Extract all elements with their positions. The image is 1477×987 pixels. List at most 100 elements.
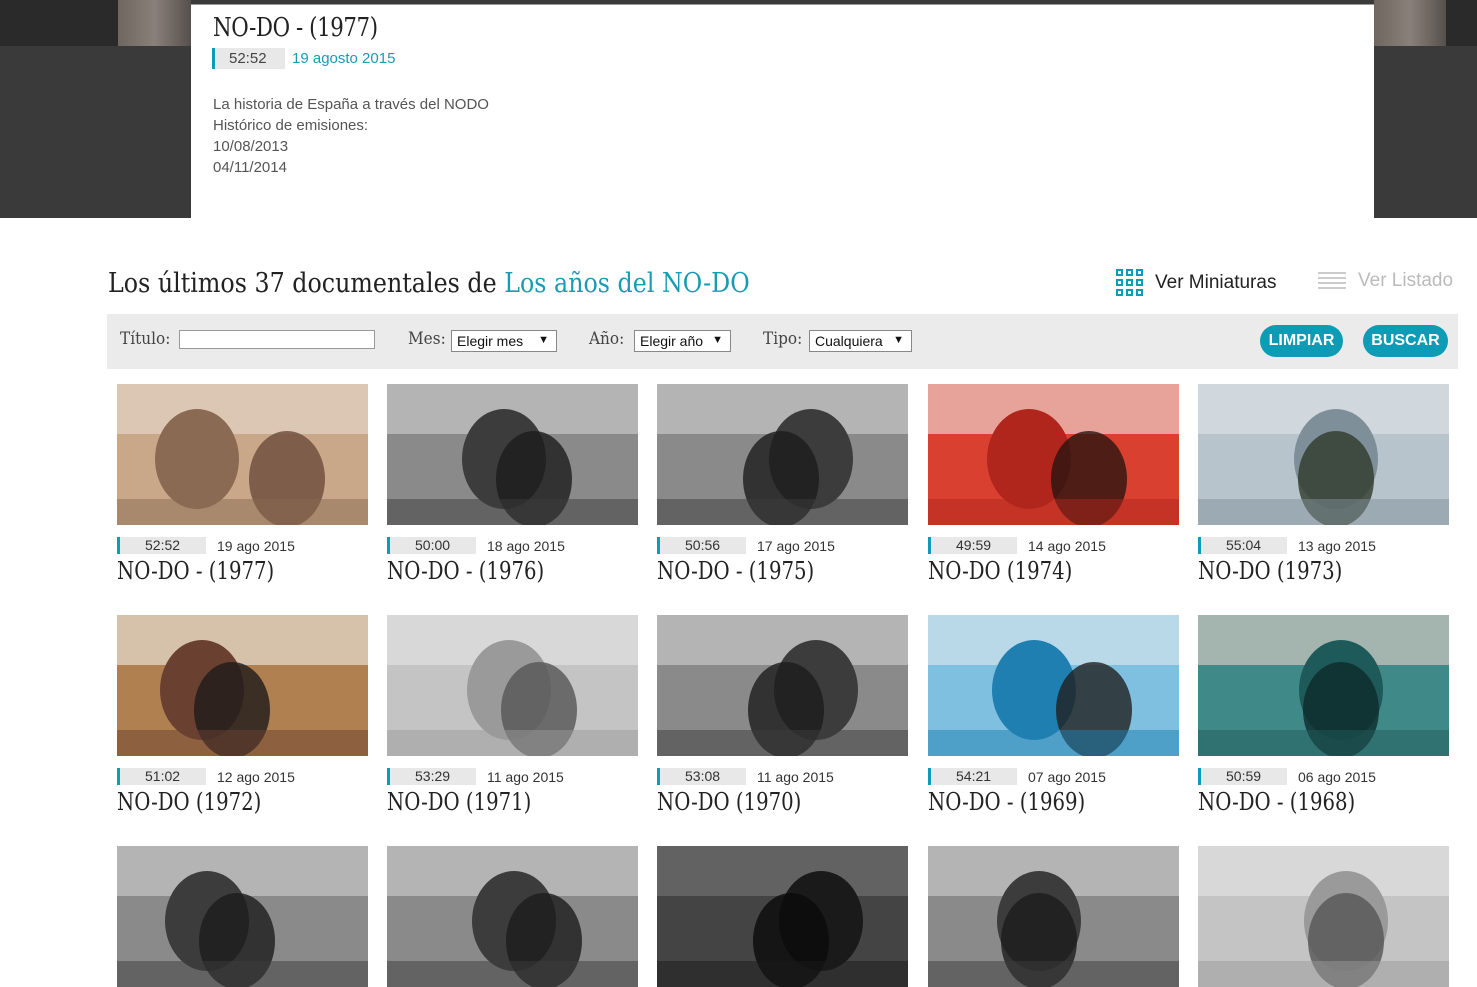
video-title[interactable]: NO-DO (1971) xyxy=(387,788,531,816)
video-date: 11 ago 2015 xyxy=(487,768,564,785)
video-meta: 53:08 11 ago 2015 xyxy=(657,768,834,785)
video-duration: 53:29 xyxy=(390,768,476,785)
section-title-prefix: Los últimos 37 documentales de xyxy=(108,268,505,299)
video-card[interactable] xyxy=(657,846,908,987)
video-card[interactable]: 52:52 19 ago 2015 NO-DO - (1977) xyxy=(117,384,368,585)
hero-strip-left xyxy=(0,0,118,46)
video-thumbnail[interactable] xyxy=(117,846,368,987)
video-duration: 52:52 xyxy=(120,537,206,554)
video-meta: 50:56 17 ago 2015 xyxy=(657,537,835,554)
chevron-down-icon: ▼ xyxy=(538,334,549,346)
hero-description-line: La historia de España a través del NODO xyxy=(213,96,489,113)
video-thumbnail[interactable] xyxy=(117,615,368,756)
section-title: Los últimos 37 documentales de Los años … xyxy=(108,268,750,299)
hero-description: La historia de España a través del NODO … xyxy=(213,94,489,178)
video-thumbnail[interactable] xyxy=(928,615,1179,756)
video-title[interactable]: NO-DO - (1975) xyxy=(657,557,814,585)
hero-next-thumbnail[interactable] xyxy=(1374,0,1446,46)
video-duration: 50:00 xyxy=(390,537,476,554)
chevron-down-icon: ▼ xyxy=(712,334,723,346)
hero-description-line: 04/11/2014 xyxy=(213,159,287,176)
video-thumbnail[interactable] xyxy=(928,384,1179,525)
view-list-label: Ver Listado xyxy=(1358,269,1454,291)
video-card[interactable] xyxy=(117,846,368,987)
video-duration: 51:02 xyxy=(120,768,206,785)
grid-icon xyxy=(1116,269,1143,296)
type-filter-label: Tipo: xyxy=(763,329,803,349)
video-meta: 54:21 07 ago 2015 xyxy=(928,768,1106,785)
video-card[interactable]: 50:56 17 ago 2015 NO-DO - (1975) xyxy=(657,384,908,585)
video-duration: 49:59 xyxy=(931,537,1017,554)
video-title[interactable]: NO-DO (1974) xyxy=(928,557,1072,585)
video-title[interactable]: NO-DO - (1977) xyxy=(117,557,274,585)
video-date: 17 ago 2015 xyxy=(757,537,835,554)
hero-prev-thumbnail[interactable] xyxy=(118,0,191,46)
video-card[interactable]: 50:00 18 ago 2015 NO-DO - (1976) xyxy=(387,384,638,585)
video-thumbnail[interactable] xyxy=(1198,384,1449,525)
hero-banner: NO-DO - (1977) 52:52 19 agosto 2015 La h… xyxy=(0,0,1477,219)
title-filter-input[interactable] xyxy=(179,330,375,349)
video-duration: 50:59 xyxy=(1201,768,1287,785)
hero-title: NO-DO - (1977) xyxy=(213,13,378,43)
year-filter-label: Año: xyxy=(589,329,625,349)
video-thumbnail[interactable] xyxy=(387,846,638,987)
video-date: 07 ago 2015 xyxy=(1028,768,1106,785)
view-list-button[interactable]: Ver Listado xyxy=(1318,269,1453,292)
year-select-value: Elegir año xyxy=(640,333,704,349)
video-date: 18 ago 2015 xyxy=(487,537,565,554)
hero-meta: 52:52 19 agosto 2015 xyxy=(212,48,395,69)
video-date: 14 ago 2015 xyxy=(1028,537,1106,554)
list-icon xyxy=(1318,269,1346,292)
year-select[interactable]: Elegir año ▼ xyxy=(634,330,731,352)
video-thumbnail[interactable] xyxy=(1198,846,1449,987)
video-card[interactable]: 49:59 14 ago 2015 NO-DO (1974) xyxy=(928,384,1179,585)
video-duration: 54:21 xyxy=(931,768,1017,785)
video-card[interactable]: 53:08 11 ago 2015 NO-DO (1970) xyxy=(657,615,908,816)
video-title[interactable]: NO-DO - (1968) xyxy=(1198,788,1355,816)
video-card[interactable]: 54:21 07 ago 2015 NO-DO - (1969) xyxy=(928,615,1179,816)
video-title[interactable]: NO-DO (1973) xyxy=(1198,557,1342,585)
video-duration: 50:56 xyxy=(660,537,746,554)
video-title[interactable]: NO-DO (1970) xyxy=(657,788,801,816)
video-thumbnail[interactable] xyxy=(657,615,908,756)
video-card[interactable] xyxy=(1198,846,1449,987)
video-thumbnail[interactable] xyxy=(657,384,908,525)
video-meta: 53:29 11 ago 2015 xyxy=(387,768,564,785)
type-select[interactable]: Cualquiera ▼ xyxy=(809,330,912,352)
title-filter-label: Título: xyxy=(120,329,171,349)
video-thumbnail[interactable] xyxy=(928,846,1179,987)
video-thumbnail[interactable] xyxy=(117,384,368,525)
hero-card: NO-DO - (1977) 52:52 19 agosto 2015 La h… xyxy=(191,4,1374,219)
video-title[interactable]: NO-DO - (1969) xyxy=(928,788,1085,816)
video-thumbnail[interactable] xyxy=(1198,615,1449,756)
video-meta: 52:52 19 ago 2015 xyxy=(117,537,295,554)
view-thumbnails-button[interactable]: Ver Miniaturas xyxy=(1116,269,1276,296)
video-duration: 55:04 xyxy=(1201,537,1287,554)
video-card[interactable]: 51:02 12 ago 2015 NO-DO (1972) xyxy=(117,615,368,816)
video-title[interactable]: NO-DO - (1976) xyxy=(387,557,544,585)
video-meta: 49:59 14 ago 2015 xyxy=(928,537,1106,554)
video-card[interactable]: 50:59 06 ago 2015 NO-DO - (1968) xyxy=(1198,615,1449,816)
video-card[interactable]: 55:04 13 ago 2015 NO-DO (1973) xyxy=(1198,384,1449,585)
video-date: 12 ago 2015 xyxy=(217,768,295,785)
video-thumbnail[interactable] xyxy=(387,384,638,525)
month-select-value: Elegir mes xyxy=(457,333,524,349)
video-meta: 55:04 13 ago 2015 xyxy=(1198,537,1376,554)
search-button[interactable]: BUSCAR xyxy=(1363,325,1448,357)
chevron-down-icon: ▼ xyxy=(893,334,904,346)
hero-description-line: Histórico de emisiones: xyxy=(213,117,369,134)
month-select[interactable]: Elegir mes ▼ xyxy=(451,330,557,352)
video-date: 13 ago 2015 xyxy=(1298,537,1376,554)
video-thumbnail[interactable] xyxy=(387,615,638,756)
video-meta: 50:00 18 ago 2015 xyxy=(387,537,565,554)
video-meta: 51:02 12 ago 2015 xyxy=(117,768,295,785)
view-thumbnails-label: Ver Miniaturas xyxy=(1155,271,1277,293)
program-link[interactable]: Los años del NO-DO xyxy=(504,268,749,299)
video-card[interactable]: 53:29 11 ago 2015 NO-DO (1971) xyxy=(387,615,638,816)
video-card[interactable] xyxy=(928,846,1179,987)
video-title[interactable]: NO-DO (1972) xyxy=(117,788,261,816)
video-thumbnail[interactable] xyxy=(657,846,908,987)
clear-button[interactable]: LIMPIAR xyxy=(1260,325,1343,357)
video-date: 06 ago 2015 xyxy=(1298,768,1376,785)
video-card[interactable] xyxy=(387,846,638,987)
